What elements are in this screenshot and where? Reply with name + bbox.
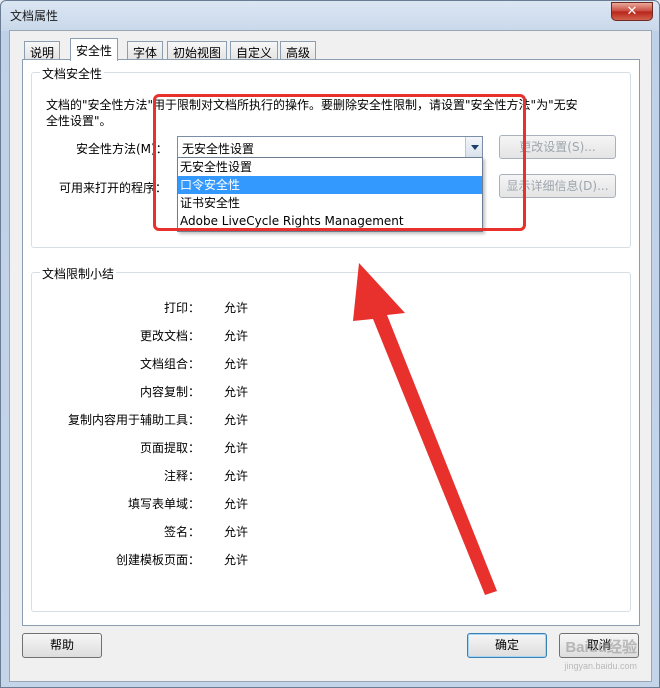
security-method-label: 安全性方法(M)： <box>76 142 168 156</box>
security-method-select[interactable]: 无安全性设置 <box>177 136 483 158</box>
restriction-value: 允许 <box>224 413 249 427</box>
restriction-value: 允许 <box>224 441 249 455</box>
restriction-label: 填写表单域： <box>127 497 200 511</box>
restriction-label: 内容复制： <box>139 385 200 399</box>
document-security-group: 文档安全性 文档的"安全性方法"用于限制对文档所执行的操作。要删除安全性限制，请… <box>31 65 631 248</box>
restriction-label: 页面提取： <box>139 441 200 455</box>
tab-fonts[interactable]: 字体 <box>127 41 164 60</box>
baidu-watermark-url: jingyan.baidu.com <box>564 661 637 671</box>
close-button[interactable]: ✕ <box>611 2 653 21</box>
security-description: 文档的"安全性方法"用于限制对文档所执行的操作。要删除安全性限制，请设置"安全性… <box>46 98 578 128</box>
chevron-down-icon[interactable] <box>465 137 482 157</box>
show-details-button[interactable]: 显示详细信息(D)... <box>499 174 616 198</box>
restriction-label: 复制内容用于辅助工具： <box>67 413 200 427</box>
restriction-label: 注释： <box>163 469 200 483</box>
restriction-value: 允许 <box>224 385 249 399</box>
restriction-summary-title: 文档限制小结 <box>40 265 117 282</box>
tab-description[interactable]: 说明 <box>24 41 61 60</box>
restriction-value: 允许 <box>224 525 249 539</box>
tab-security[interactable]: 安全性 <box>70 38 119 61</box>
tab-custom[interactable]: 自定义 <box>230 41 279 60</box>
restriction-value: 允许 <box>224 469 249 483</box>
change-settings-button[interactable]: 更改设置(S)... <box>499 135 616 159</box>
restriction-label: 创建模板页面： <box>115 553 200 567</box>
restriction-value: 允许 <box>224 357 249 371</box>
title-bar: 文档属性 ✕ <box>1 1 659 29</box>
baidu-watermark: Baidu经验 <box>565 639 637 656</box>
tab-initial-view[interactable]: 初始视图 <box>167 41 228 60</box>
restriction-value: 允许 <box>224 553 249 567</box>
restriction-label: 签名： <box>163 525 200 539</box>
restriction-label: 打印： <box>163 301 200 315</box>
security-method-value: 无安全性设置 <box>182 142 255 156</box>
restriction-label: 更改文档： <box>139 329 200 343</box>
restriction-summary-group: 文档限制小结 打印： 允许 更改文档： 允许 文档组合： 允许 内容复制： 允许 复制内容用于辅… <box>31 265 631 612</box>
open-with-label: 可用来打开的程序： <box>59 181 168 195</box>
help-button[interactable]: 帮助 <box>22 633 102 658</box>
option-password-security[interactable]: 口令安全性 <box>178 176 482 194</box>
document-security-title: 文档安全性 <box>40 65 105 82</box>
restriction-label: 文档组合： <box>139 357 200 371</box>
security-tab-panel: 文档安全性 文档的"安全性方法"用于限制对文档所执行的操作。要删除安全性限制，请… <box>22 59 640 626</box>
option-certificate-security[interactable]: 证书安全性 <box>178 194 482 212</box>
dialog-client-area: 说明 安全性 字体 初始视图 自定义 高级 文档安全性 文档的"安全性方法"用于… <box>9 30 652 682</box>
restriction-value: 允许 <box>224 301 249 315</box>
tab-advanced[interactable]: 高级 <box>280 41 317 60</box>
ok-button[interactable]: 确定 <box>467 633 547 658</box>
option-adobe-livecycle[interactable]: Adobe LiveCycle Rights Management <box>178 212 482 230</box>
security-method-dropdown: 无安全性设置 口令安全性 证书安全性 Adobe LiveCycle Right… <box>177 157 483 232</box>
window-title: 文档属性 <box>10 9 59 23</box>
restriction-value: 允许 <box>224 497 249 511</box>
document-properties-dialog: 文档属性 ✕ 说明 安全性 字体 初始视图 自定义 高级 文档安全性 文档的"安… <box>0 0 660 688</box>
restriction-value: 允许 <box>224 329 249 343</box>
option-no-security[interactable]: 无安全性设置 <box>178 158 482 176</box>
